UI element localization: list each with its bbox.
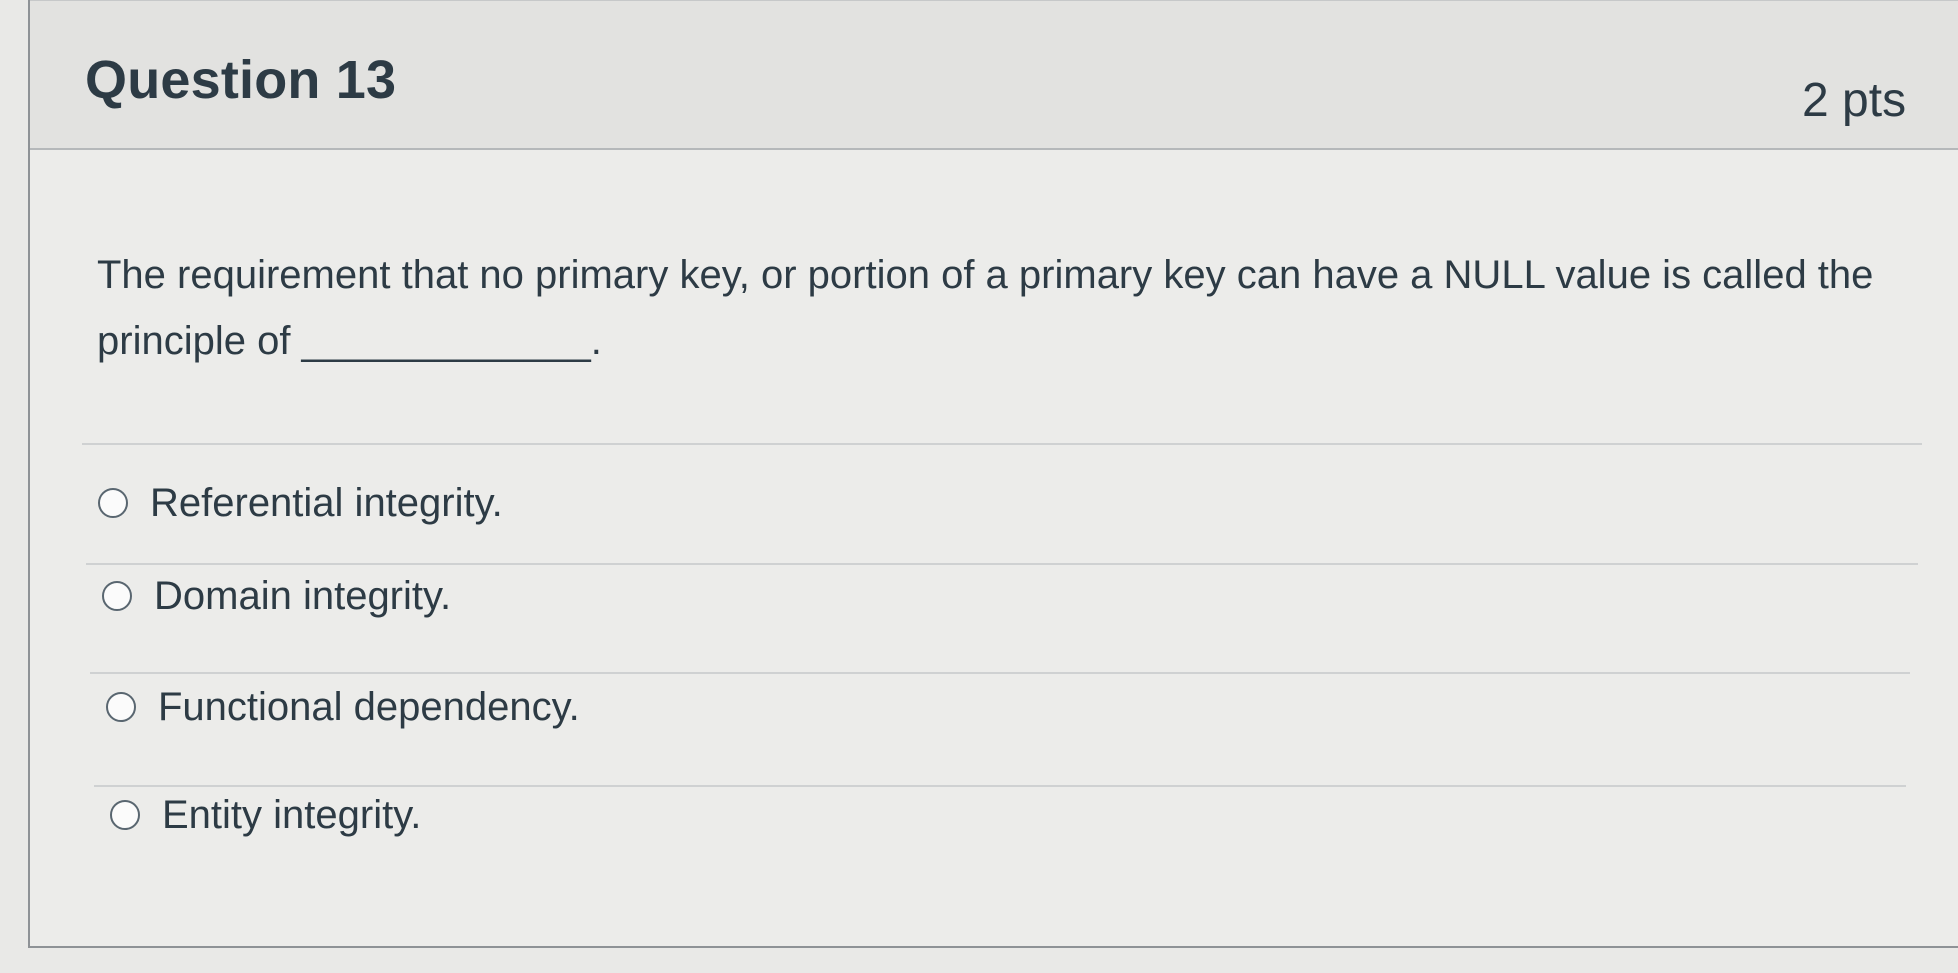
answer-option-entity-integrity[interactable]: Entity integrity. [110,785,421,845]
question-title: Question 13 [85,50,397,110]
answer-divider [82,443,1922,445]
answer-option-referential-integrity[interactable]: Referential integrity. [98,473,503,533]
answer-option-domain-integrity[interactable]: Domain integrity. [102,566,451,626]
radio-button-icon[interactable] [102,581,132,611]
question-header: Question 13 2 pts [30,0,1958,150]
answer-label: Functional dependency. [158,684,580,729]
radio-button-icon[interactable] [106,692,136,722]
question-card: Question 13 2 pts The requirement that n… [28,0,1958,948]
radio-button-icon[interactable] [98,488,128,518]
answer-label: Entity integrity. [162,792,422,837]
answer-divider [86,563,1918,565]
answer-label: Referential integrity. [150,480,503,525]
question-body: The requirement that no primary key, or … [30,150,1958,946]
question-text: The requirement that no primary key, or … [97,253,1874,363]
answer-option-functional-dependency[interactable]: Functional dependency. [106,677,580,737]
radio-button-icon[interactable] [110,800,140,830]
answer-label: Domain integrity. [154,573,452,618]
answer-divider [90,672,1910,674]
question-points: 2 pts [1802,74,1907,127]
